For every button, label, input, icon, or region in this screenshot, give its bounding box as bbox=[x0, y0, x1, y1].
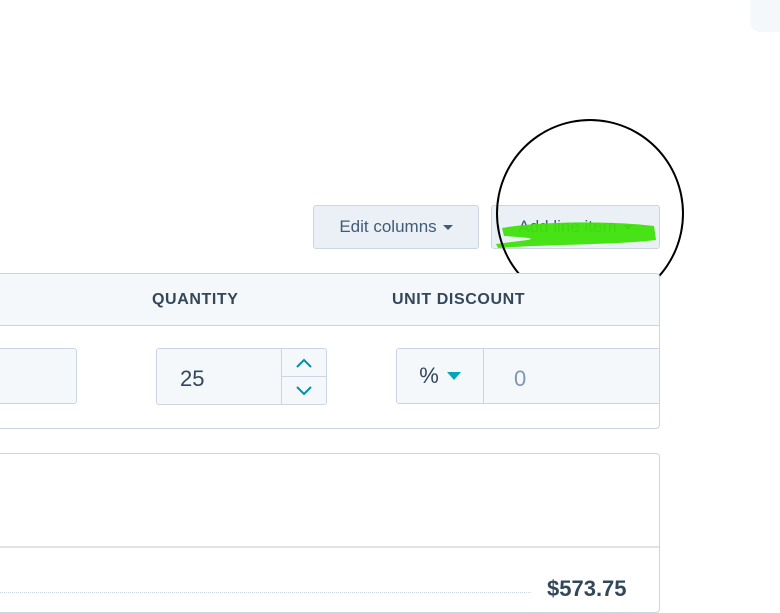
discount-unit-select[interactable]: % bbox=[396, 348, 484, 404]
caret-down-icon bbox=[442, 225, 453, 230]
line-item-field[interactable] bbox=[0, 348, 77, 404]
line-items-table: QUANTITY UNIT DISCOUNT 25 % 0 bbox=[0, 273, 660, 429]
quantity-value[interactable]: 25 bbox=[180, 366, 204, 392]
increment-button[interactable] bbox=[282, 349, 326, 377]
quantity-stepper[interactable]: 25 bbox=[156, 348, 327, 405]
total-amount: $573.75 bbox=[547, 576, 627, 601]
edit-columns-label: Edit columns bbox=[339, 217, 437, 236]
corner-card bbox=[750, 0, 780, 32]
dotted-divider bbox=[0, 592, 531, 593]
column-header-quantity: QUANTITY bbox=[152, 291, 239, 308]
caret-down-icon bbox=[446, 372, 461, 380]
summary-panel: $573.75 bbox=[0, 453, 660, 613]
decrement-button[interactable] bbox=[282, 377, 326, 404]
add-line-item-label: Add line item bbox=[518, 217, 617, 236]
chevron-down-icon bbox=[296, 385, 312, 395]
unit-discount-input[interactable]: 0 bbox=[483, 348, 659, 404]
chevron-up-icon bbox=[296, 358, 312, 368]
discount-unit-value: % bbox=[419, 363, 439, 388]
divider bbox=[0, 546, 659, 548]
unit-discount-value: 0 bbox=[514, 366, 527, 391]
caret-down-icon bbox=[622, 225, 633, 230]
table-header: QUANTITY UNIT DISCOUNT bbox=[0, 274, 659, 326]
add-line-item-button[interactable]: Add line item bbox=[491, 205, 660, 249]
edit-columns-button[interactable]: Edit columns bbox=[313, 205, 479, 249]
column-header-unit-discount: UNIT DISCOUNT bbox=[392, 291, 526, 308]
stepper-controls bbox=[281, 349, 326, 404]
